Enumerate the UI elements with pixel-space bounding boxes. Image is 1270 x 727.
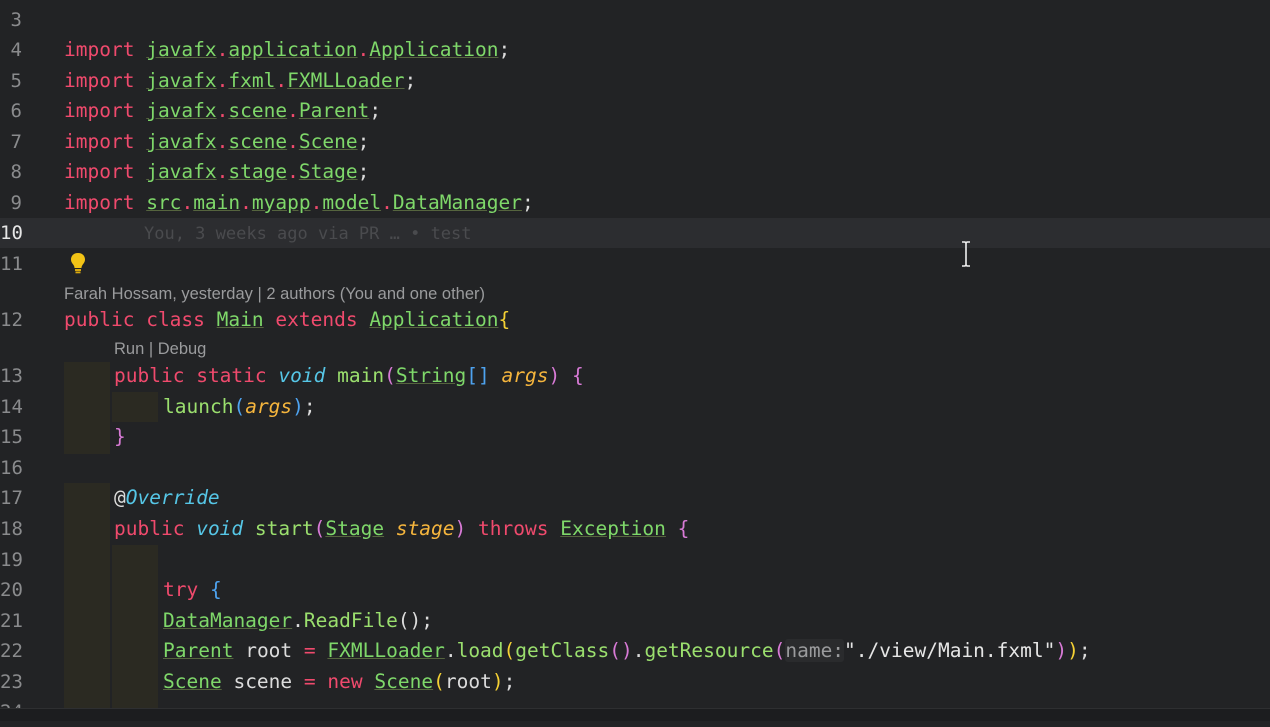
line-number: 9 [10, 192, 22, 214]
line-number: 23 [0, 671, 23, 693]
code-text: import javafx.application.Application; [64, 38, 511, 61]
codelens-authors[interactable]: Farah Hossam, yesterday | 2 authors (You… [64, 282, 485, 306]
code-line[interactable]: 23 Scene scene = new Scene(root); [0, 667, 1270, 697]
line-number: 14 [0, 396, 23, 418]
line-number: 8 [10, 161, 22, 183]
line-number: 12 [0, 309, 23, 331]
codelens-run-debug[interactable]: Run | Debug [114, 337, 206, 361]
code-text: import javafx.scene.Scene; [64, 130, 370, 153]
line-number: 5 [10, 70, 22, 92]
code-text: } [114, 425, 126, 448]
code-line[interactable]: 3 [0, 5, 1270, 35]
line-number: 21 [0, 610, 23, 632]
parameter-hint: name: [785, 639, 845, 662]
line-number: 3 [10, 9, 22, 31]
line-number: 22 [0, 640, 23, 662]
code-line[interactable]: 6 import javafx.scene.Parent; [0, 96, 1270, 126]
code-line[interactable]: 20 try { [0, 575, 1270, 605]
code-line[interactable]: 11 [0, 249, 1270, 279]
line-number: 7 [10, 131, 22, 153]
line-number: 18 [0, 518, 23, 540]
code-text: import javafx.stage.Stage; [64, 160, 370, 183]
code-line[interactable]: 18 public void start(Stage stage) throws… [0, 514, 1270, 544]
code-line[interactable]: 16 [0, 453, 1270, 483]
line-number: 17 [0, 487, 23, 509]
line-number: 13 [0, 365, 23, 387]
code-text: import javafx.fxml.FXMLLoader; [64, 69, 417, 92]
horizontal-scrollbar[interactable] [0, 708, 1270, 721]
line-number: 16 [0, 457, 23, 479]
code-line[interactable]: 21 DataManager.ReadFile(); [0, 606, 1270, 636]
line-number: 4 [10, 39, 22, 61]
code-line[interactable]: 9 import src.main.myapp.model.DataManage… [0, 188, 1270, 218]
code-text: Scene scene = new Scene(root); [163, 670, 516, 693]
line-number: 11 [0, 253, 23, 275]
code-line[interactable]: 17 @Override [0, 483, 1270, 513]
lightbulb-icon[interactable] [68, 251, 88, 275]
code-text: try { [163, 578, 222, 601]
code-text: import src.main.myapp.model.DataManager; [64, 191, 534, 214]
git-blame-annotation: You, 3 weeks ago via PR … • test [144, 224, 472, 244]
current-line[interactable]: 10 You, 3 weeks ago via PR … • test [0, 218, 1270, 248]
code-line[interactable]: 5 import javafx.fxml.FXMLLoader; [0, 66, 1270, 96]
code-text: public class Main extends Application{ [64, 308, 511, 331]
code-text: import javafx.scene.Parent; [64, 99, 382, 122]
code-text: public void start(Stage stage) throws Ex… [114, 517, 690, 540]
code-line[interactable]: 12 public class Main extends Application… [0, 305, 1270, 335]
code-line[interactable]: 13 public static void main(String[] args… [0, 361, 1270, 391]
line-number: 6 [10, 100, 22, 122]
code-line[interactable]: 19 [0, 545, 1270, 575]
code-text: DataManager.ReadFile(); [163, 609, 434, 632]
code-line[interactable]: 14 launch(args); [0, 392, 1270, 422]
code-text: public static void main(String[] args) { [114, 364, 584, 387]
code-line[interactable]: 7 import javafx.scene.Scene; [0, 127, 1270, 157]
code-text: Parent root = FXMLLoader.load(getClass()… [163, 639, 1091, 662]
text-cursor-icon [958, 240, 974, 268]
code-text: launch(args); [163, 395, 316, 418]
code-line[interactable]: 15 } [0, 422, 1270, 452]
code-editor[interactable]: 3 4 import javafx.application.Applicatio… [0, 0, 1270, 723]
line-number: 19 [0, 549, 23, 571]
code-line[interactable]: 4 import javafx.application.Application; [0, 35, 1270, 65]
line-number: 10 [0, 222, 23, 244]
line-number: 20 [0, 579, 23, 601]
code-line[interactable]: 22 Parent root = FXMLLoader.load(getClas… [0, 636, 1270, 666]
code-line[interactable]: 8 import javafx.stage.Stage; [0, 157, 1270, 187]
line-number: 15 [0, 426, 23, 448]
code-text: @Override [114, 486, 220, 509]
